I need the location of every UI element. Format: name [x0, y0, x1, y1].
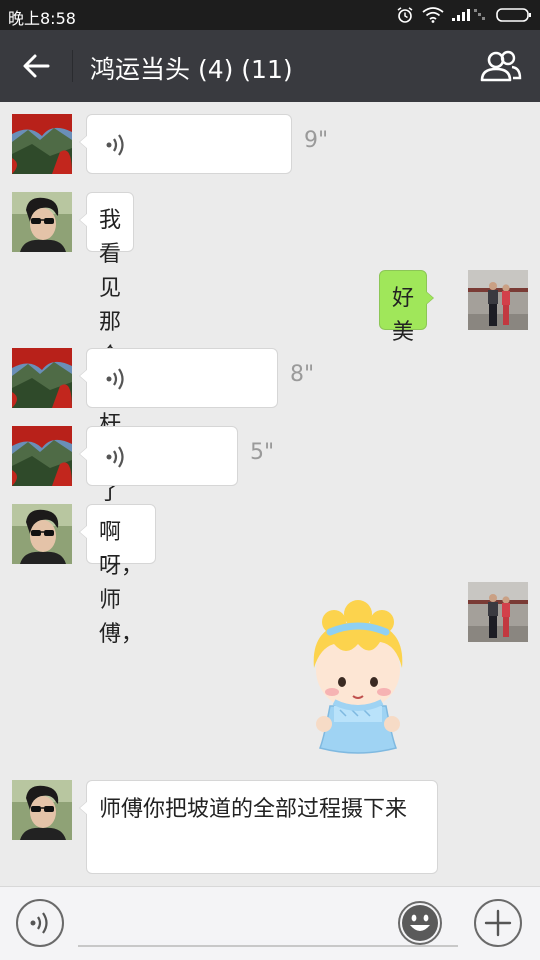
chat-header: 鸿运当头 (4) (11): [0, 30, 540, 102]
voice-duration: 9": [304, 128, 329, 153]
avatar-couple[interactable]: [468, 270, 528, 330]
message-text-content: 师傅你把坡道的全部过程摄下来: [99, 797, 408, 822]
battery-icon: [496, 8, 531, 22]
back-button[interactable]: [14, 48, 58, 84]
plus-button[interactable]: [474, 899, 522, 947]
group-members-icon: [480, 50, 522, 82]
voice-wave-icon: [106, 446, 124, 468]
message-text-content: 啊呀，师傅，: [99, 520, 144, 647]
voice-wave-icon: [106, 368, 124, 390]
plus-icon: [484, 909, 512, 937]
emoji-icon: [402, 905, 438, 941]
text-bubble[interactable]: 我看见那个铁杆子了: [78, 192, 135, 505]
avatar-landscape[interactable]: [12, 348, 72, 408]
voice-wave-icon: [106, 134, 124, 156]
avatar-man-sunglasses[interactable]: [12, 780, 72, 840]
alarm-icon: [397, 7, 413, 23]
emoji-button[interactable]: [398, 901, 442, 945]
voice-bubble[interactable]: [79, 114, 292, 174]
wifi-icon: [422, 7, 444, 23]
header-divider: [72, 50, 73, 82]
avatar-landscape[interactable]: [12, 114, 72, 174]
text-bubble[interactable]: 啊呀，师傅，: [79, 504, 156, 647]
input-bar: [0, 886, 540, 960]
text-bubble[interactable]: 师傅你把坡道的全部过程摄下来: [79, 780, 438, 874]
message-text-content: 好美: [392, 286, 415, 345]
group-members-button[interactable]: [478, 48, 524, 84]
signal-icon: [452, 9, 485, 21]
status-icons: [396, 6, 532, 24]
voice-input-icon: [30, 912, 48, 934]
avatar-man-sunglasses[interactable]: [12, 192, 72, 252]
avatar-landscape[interactable]: [12, 426, 72, 486]
status-bar: 晚上8:58: [0, 0, 540, 30]
chat-title: 鸿运当头 (4) (11): [90, 55, 293, 84]
voice-bubble[interactable]: [79, 426, 238, 486]
voice-duration: 8": [290, 362, 315, 387]
avatar-man-sunglasses[interactable]: [12, 504, 72, 564]
back-arrow-icon: [23, 54, 50, 78]
status-time: 晚上8:58: [8, 9, 76, 28]
cartoon-girl-sticker[interactable]: [300, 598, 416, 758]
avatar-couple[interactable]: [468, 582, 528, 642]
own-text-bubble[interactable]: 好美: [379, 270, 435, 345]
voice-input-button[interactable]: [16, 899, 64, 947]
voice-duration: 5": [250, 440, 275, 465]
voice-bubble[interactable]: [79, 348, 278, 408]
